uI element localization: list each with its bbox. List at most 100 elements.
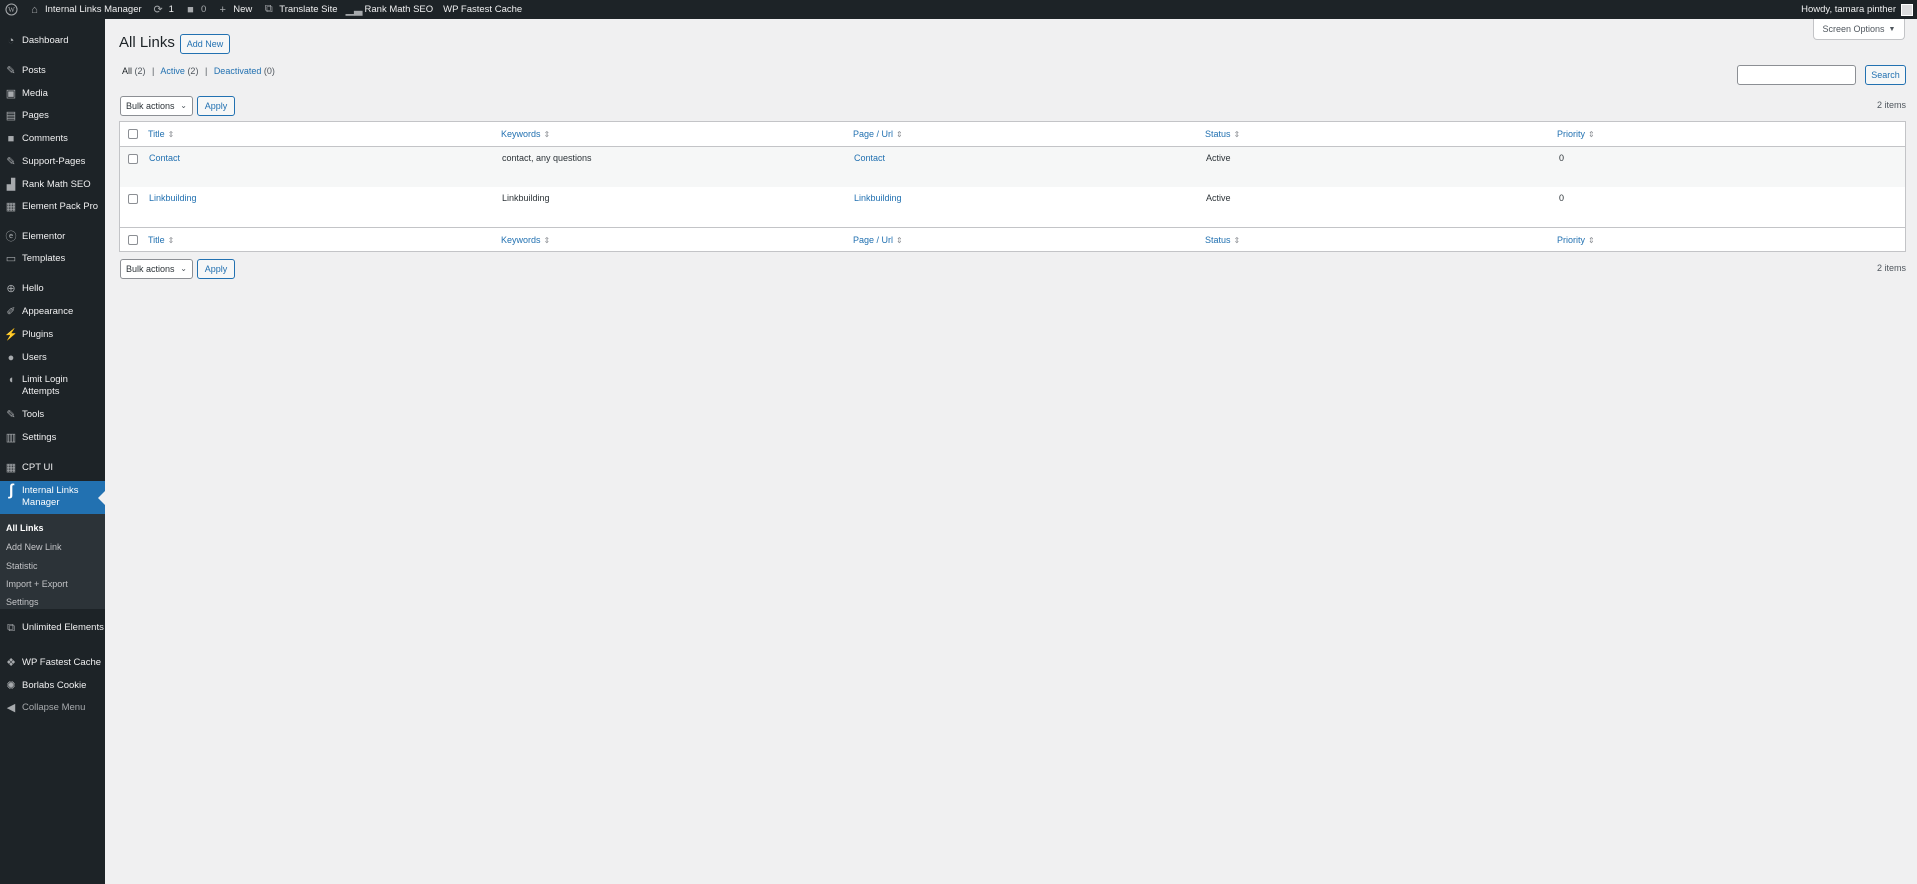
column-page-url[interactable]: Page / Url ⇕ xyxy=(853,129,903,139)
submenu-settings[interactable]: Settings xyxy=(6,596,39,608)
elements-icon: ⧉ xyxy=(7,622,15,634)
site-name-label: Internal Links Manager xyxy=(45,4,142,15)
column-title[interactable]: Title ⇕ xyxy=(148,129,174,139)
collapse-icon: ◀ xyxy=(6,702,16,714)
sidebar-item-support-pages[interactable]: ✎ Support-Pages xyxy=(0,156,105,170)
submenu-add-new-link[interactable]: Add New Link xyxy=(6,541,62,553)
sidebar-item-tools[interactable]: ✎ Tools xyxy=(0,409,105,423)
home-icon: ⌂ xyxy=(31,3,38,16)
search-input[interactable] xyxy=(1737,65,1856,85)
sidebar-item-element-pack[interactable]: ▦ Element Pack Pro xyxy=(0,201,105,215)
sort-icon: ⇕ xyxy=(1588,130,1595,139)
column-page-url[interactable]: Page / Url ⇕ xyxy=(853,235,903,245)
translate-label: Translate Site xyxy=(279,4,338,15)
sidebar-item-appearance[interactable]: ✐ Appearance xyxy=(0,306,105,320)
sidebar-item-unlimited-elements[interactable]: ⧉ Unlimited Elements xyxy=(0,622,105,648)
sidebar-item-internal-links-manager[interactable]: ʃ Internal Links Manager xyxy=(0,481,105,514)
submenu-statistic[interactable]: Statistic xyxy=(6,560,38,572)
chart-icon: ▁▃ xyxy=(345,4,363,16)
pin-icon: ✎ xyxy=(6,65,16,77)
add-new-button[interactable]: Add New xyxy=(180,34,230,54)
sidebar-item-wp-fastest-cache[interactable]: ❖ WP Fastest Cache xyxy=(0,657,105,671)
sidebar-item-elementor[interactable]: ⓔ Elementor xyxy=(0,231,105,245)
column-priority[interactable]: Priority ⇕ xyxy=(1557,235,1595,245)
collapse-menu-button[interactable]: ◀ Collapse Menu xyxy=(0,702,105,716)
items-count-top: 2 items xyxy=(1876,100,1906,110)
chart-icon: ▟ xyxy=(6,179,16,191)
sidebar-item-media[interactable]: ▣ Media xyxy=(0,88,105,102)
cookie-icon: ✺ xyxy=(6,680,16,692)
column-keywords[interactable]: Keywords ⇕ xyxy=(501,129,550,139)
wordpress-logo-icon[interactable]: W xyxy=(0,0,23,19)
chevron-down-icon: ⌄ xyxy=(180,264,187,273)
sidebar-item-rank-math[interactable]: ▟ Rank Math SEO xyxy=(0,179,105,193)
site-name-link[interactable]: ⌂ Internal Links Manager xyxy=(23,0,147,19)
new-content-link[interactable]: + New xyxy=(211,0,257,19)
sidebar-item-hello[interactable]: ⊕ Hello xyxy=(0,283,105,297)
row-keywords: contact, any questions xyxy=(502,153,592,163)
caret-down-icon: ▼ xyxy=(1888,25,1896,33)
page-icon: ▤ xyxy=(5,110,17,122)
filter-deactivated[interactable]: Deactivated xyxy=(214,66,262,76)
row-status: Active xyxy=(1206,153,1231,163)
sidebar-item-posts[interactable]: ✎ Posts xyxy=(0,65,105,79)
column-status[interactable]: Status ⇕ xyxy=(1205,235,1240,245)
row-title-link[interactable]: Contact xyxy=(149,153,180,163)
fastest-cache-label: WP Fastest Cache xyxy=(443,4,523,15)
search-button[interactable]: Search xyxy=(1865,65,1906,85)
table-header: Title ⇕ Keywords ⇕ Page / Url ⇕ Status ⇕ Pri… xyxy=(120,122,1905,147)
row-page-link[interactable]: Linkbuilding xyxy=(854,193,902,203)
filter-separator: | xyxy=(204,66,208,76)
table-row: Linkbuilding Linkbuilding Linkbuilding A… xyxy=(120,187,1905,227)
bulk-actions-select-bottom[interactable]: Bulk actions ⌄ xyxy=(120,259,193,279)
select-all-checkbox-footer[interactable] xyxy=(128,235,138,245)
sidebar-item-borlabs-cookie[interactable]: ✺ Borlabs Cookie xyxy=(0,680,105,694)
filter-deactivated-count: (0) xyxy=(263,66,275,76)
apply-button-bottom[interactable]: Apply xyxy=(197,259,235,279)
sort-icon: ⇕ xyxy=(543,236,551,245)
column-title[interactable]: Title ⇕ xyxy=(148,235,174,245)
sort-icon: ⇕ xyxy=(167,130,175,139)
row-checkbox[interactable] xyxy=(128,194,138,204)
submenu-import-export[interactable]: Import + Export xyxy=(6,578,68,590)
sidebar-item-users[interactable]: ● Users xyxy=(0,352,105,366)
column-keywords[interactable]: Keywords ⇕ xyxy=(501,235,550,245)
howdy-label: Howdy, tamara pinther xyxy=(1801,4,1896,15)
filter-active[interactable]: Active xyxy=(160,66,185,76)
filter-all[interactable]: All xyxy=(122,66,132,76)
comments-count: 0 xyxy=(200,4,207,15)
row-checkbox[interactable] xyxy=(128,154,138,164)
column-status[interactable]: Status ⇕ xyxy=(1205,129,1240,139)
rank-math-link[interactable]: ▁▃ Rank Math SEO xyxy=(343,0,439,19)
brush-icon: ✐ xyxy=(6,306,16,318)
sidebar-item-plugins[interactable]: ⚡ Plugins xyxy=(0,329,105,343)
sidebar-item-templates[interactable]: ▭ Templates xyxy=(0,253,105,267)
my-account-link[interactable]: Howdy, tamara pinther xyxy=(1796,0,1917,19)
sidebar-item-comments[interactable]: ■ Comments xyxy=(0,133,105,147)
column-priority[interactable]: Priority ⇕ xyxy=(1557,129,1595,139)
internal-links-submenu: All Links Add New Link Statistic Import … xyxy=(0,514,105,609)
apply-button-top[interactable]: Apply xyxy=(197,96,235,116)
sort-icon: ⇕ xyxy=(1588,236,1595,245)
elementor-icon: ⓔ xyxy=(5,231,17,243)
sidebar-item-settings[interactable]: ▥ Settings xyxy=(0,432,105,446)
fastest-cache-link[interactable]: WP Fastest Cache xyxy=(438,0,527,19)
sidebar-item-dashboard[interactable]: ◔ Dashboard xyxy=(0,35,105,49)
new-label: New xyxy=(233,4,253,15)
sort-icon: ⇕ xyxy=(1233,130,1241,139)
translate-site-link[interactable]: ⧉ Translate Site xyxy=(257,0,342,19)
select-all-checkbox[interactable] xyxy=(128,129,138,139)
sidebar-item-limit-login[interactable]: ◖ Limit Login Attempts xyxy=(0,374,105,400)
row-title-link[interactable]: Linkbuilding xyxy=(149,193,197,203)
dashboard-icon: ◔ xyxy=(7,35,15,47)
settings-icon: ▥ xyxy=(5,432,17,444)
comments-link[interactable]: ■ 0 xyxy=(179,0,211,19)
sort-icon: ⇕ xyxy=(896,130,903,139)
bulk-actions-select-top[interactable]: Bulk actions ⌄ xyxy=(120,96,193,116)
row-page-link[interactable]: Contact xyxy=(854,153,885,163)
updates-link[interactable]: ⟳ 1 xyxy=(147,0,179,19)
sidebar-item-pages[interactable]: ▤ Pages xyxy=(0,110,105,124)
sidebar-item-cpt-ui[interactable]: ▦ CPT UI xyxy=(0,462,105,476)
screen-options-button[interactable]: Screen Options ▼ xyxy=(1813,19,1905,40)
submenu-all-links[interactable]: All Links xyxy=(6,522,44,534)
